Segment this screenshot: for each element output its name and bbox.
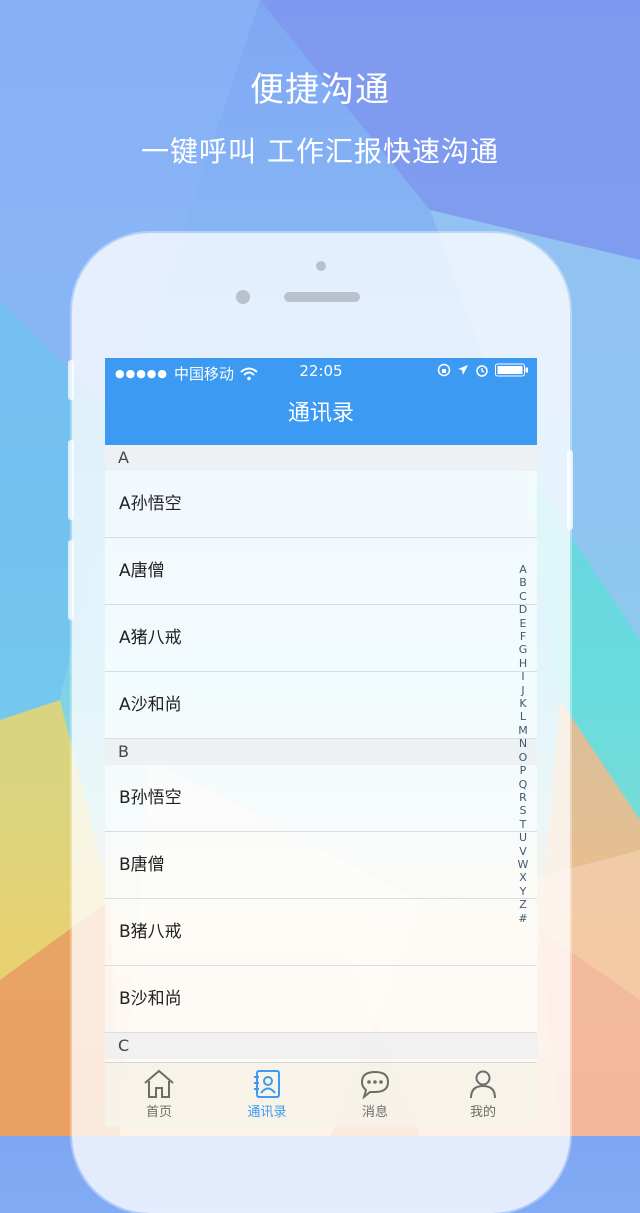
index-letter[interactable]: U bbox=[512, 831, 534, 844]
index-letter[interactable]: G bbox=[512, 643, 534, 656]
front-camera bbox=[236, 290, 250, 304]
tab-home-label: 首页 bbox=[145, 1105, 172, 1120]
phone-side-button-vol-down bbox=[68, 540, 74, 620]
promo-subtitle: 一键呼叫 工作汇报快速沟通 bbox=[141, 135, 499, 168]
index-letter[interactable]: F bbox=[512, 630, 534, 643]
tab-bar: 首页 通讯录 消息 我的 bbox=[105, 1062, 537, 1127]
contact-row[interactable]: A猪八戒 bbox=[105, 605, 537, 672]
index-letter[interactable]: D bbox=[512, 603, 534, 616]
index-letter[interactable]: M bbox=[512, 724, 534, 737]
tab-contacts[interactable]: 通讯录 bbox=[213, 1063, 321, 1127]
contact-list[interactable]: A A孙悟空 A唐僧 A猪八戒 A沙和尚 B B孙悟空 B唐僧 B猪八戒 B沙和… bbox=[105, 445, 537, 1059]
tab-home[interactable]: 首页 bbox=[105, 1063, 213, 1127]
contact-row[interactable]: A沙和尚 bbox=[105, 672, 537, 739]
location-arrow-icon bbox=[458, 365, 468, 375]
index-letter[interactable]: H bbox=[512, 657, 534, 670]
index-letter[interactable]: E bbox=[512, 617, 534, 630]
index-letter[interactable]: A bbox=[512, 563, 534, 576]
index-letter[interactable]: Q bbox=[512, 778, 534, 791]
contact-row[interactable]: B孙悟空 bbox=[105, 765, 537, 832]
index-letter[interactable]: C bbox=[512, 590, 534, 603]
alphabet-index-bar[interactable]: A B C D E F G H I J K L M N O P Q R S T U V W X Y Z # bbox=[512, 563, 534, 925]
tab-contacts-label: 通讯录 bbox=[247, 1105, 287, 1120]
section-header-b: B bbox=[105, 739, 537, 765]
index-letter[interactable]: X bbox=[512, 871, 534, 884]
contacts-icon bbox=[254, 1070, 280, 1098]
index-letter[interactable]: Z bbox=[512, 898, 534, 911]
proximity-sensor bbox=[316, 261, 326, 271]
tab-messages[interactable]: 消息 bbox=[321, 1063, 429, 1127]
section-header-a: A bbox=[105, 445, 537, 471]
index-letter[interactable]: P bbox=[512, 764, 534, 777]
contact-row[interactable]: A孙悟空 bbox=[105, 471, 537, 538]
earpiece-speaker bbox=[284, 292, 360, 302]
index-letter[interactable]: K bbox=[512, 697, 534, 710]
contact-row[interactable]: B猪八戒 bbox=[105, 899, 537, 966]
phone-side-button-power bbox=[567, 450, 573, 530]
contact-row[interactable]: B唐僧 bbox=[105, 832, 537, 899]
index-letter[interactable]: S bbox=[512, 804, 534, 817]
index-letter[interactable]: R bbox=[512, 791, 534, 804]
index-letter[interactable]: Y bbox=[512, 885, 534, 898]
rotation-lock-icon bbox=[437, 363, 451, 377]
phone-side-button-mute bbox=[68, 360, 74, 400]
page-title: 通讯录 bbox=[287, 401, 354, 426]
index-letter[interactable]: N bbox=[512, 737, 534, 750]
contact-row[interactable]: B沙和尚 bbox=[105, 966, 537, 1033]
contact-row[interactable]: A唐僧 bbox=[105, 538, 537, 605]
index-letter[interactable]: V bbox=[512, 845, 534, 858]
user-icon bbox=[470, 1070, 496, 1099]
section-header-c: C bbox=[105, 1033, 537, 1059]
status-bar: ●●●●● 中国移动 22:05 bbox=[105, 358, 537, 386]
status-right bbox=[437, 363, 529, 377]
phone-screen: ●●●●● 中国移动 22:05 通讯录 A A孙悟空 A唐僧 A猪八戒 A沙和… bbox=[105, 358, 537, 1126]
chat-bubble-icon bbox=[360, 1070, 390, 1099]
index-letter[interactable]: W bbox=[512, 858, 534, 871]
promo-title: 便捷沟通 bbox=[250, 70, 390, 110]
index-letter[interactable]: # bbox=[512, 912, 534, 925]
phone-side-button-vol-up bbox=[68, 440, 74, 520]
nav-bar: 通讯录 bbox=[105, 386, 537, 445]
index-letter[interactable]: T bbox=[512, 818, 534, 831]
tab-profile[interactable]: 我的 bbox=[429, 1063, 537, 1127]
index-letter[interactable]: J bbox=[512, 684, 534, 697]
home-icon bbox=[144, 1069, 174, 1098]
index-letter[interactable]: L bbox=[512, 710, 534, 723]
index-letter[interactable]: O bbox=[512, 751, 534, 764]
tab-profile-label: 我的 bbox=[469, 1105, 496, 1120]
tab-messages-label: 消息 bbox=[361, 1105, 388, 1120]
index-letter[interactable]: I bbox=[512, 670, 534, 683]
index-letter[interactable]: B bbox=[512, 576, 534, 589]
battery-icon bbox=[495, 363, 528, 377]
alarm-clock-icon bbox=[476, 365, 488, 377]
